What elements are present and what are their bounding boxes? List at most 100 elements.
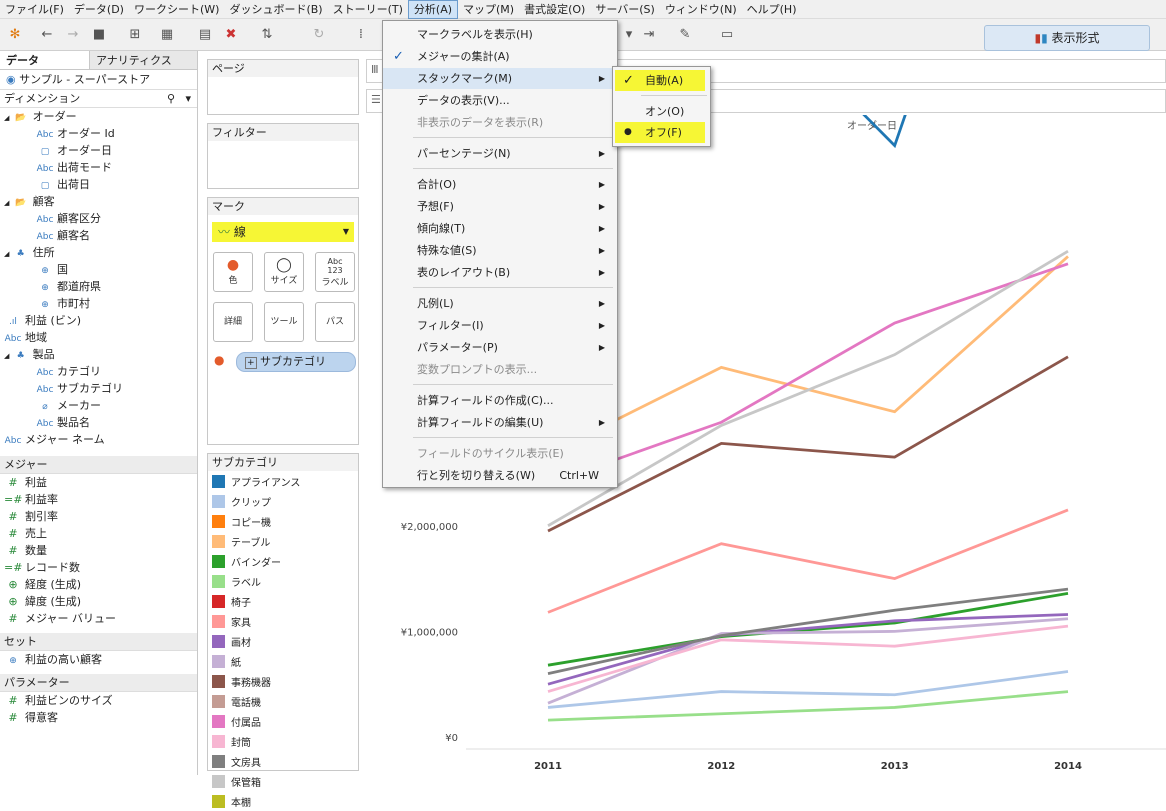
new-datasource-icon[interactable]: ⊞ [126,26,144,44]
analysis-menu-item[interactable]: 凡例(L) ▶ [383,293,617,314]
menu-item-3[interactable]: ダッシュボード(B) [224,0,327,19]
analysis-menu-item[interactable]: 表のレイアウト(B) ▶ [383,262,617,283]
expand-triangle-icon[interactable]: ◢ [4,250,12,258]
field-item[interactable]: Abc オーダー Id [0,125,197,142]
detail-button[interactable]: 詳細 [213,302,253,342]
field-item[interactable]: =# 利益率 [0,491,197,508]
analysis-menu-item[interactable]: 予想(F) ▶ [383,196,617,217]
field-item[interactable]: Abc 出荷モード [0,159,197,176]
field-item[interactable]: ⌀ メーカー [0,397,197,414]
tab-data[interactable]: データ [0,51,90,69]
field-item[interactable]: # 利益 [0,474,197,491]
undo-icon[interactable]: ← [38,26,56,44]
legend-item[interactable]: 付属品 [208,711,358,731]
field-item[interactable]: .ıl 利益 (ビン) [0,312,197,329]
stack-option[interactable]: 自動(A) ✓ [615,70,705,91]
clear-sheet-icon[interactable]: ✖ [222,26,240,44]
analysis-menu-item[interactable]: メジャーの集計(A) ✓ [383,46,617,67]
analysis-menu-item[interactable]: マークラベルを表示(H) [383,24,617,45]
legend-item[interactable]: 本棚 [208,791,358,811]
legend-item[interactable]: クリップ [208,491,358,511]
menu-item-9[interactable]: ウィンドウ(N) [660,0,742,19]
analysis-menu-item[interactable]: 行と列を切り替える(W) Ctrl+W [383,465,617,486]
analysis-menu-item[interactable]: 合計(O) ▶ [383,174,617,195]
highlight-pen-icon[interactable]: ✎ [676,26,694,44]
pin-icon[interactable]: ⇥ [640,26,658,44]
field-item[interactable]: ⊕ 経度 (生成) [0,576,197,593]
menu-item-1[interactable]: データ(D) [69,0,129,19]
field-item[interactable]: Abc カテゴリ [0,363,197,380]
expand-triangle-icon[interactable]: ◢ [4,199,12,207]
stack-option[interactable]: オフ(F) ● [615,122,705,143]
field-item[interactable]: Abc 製品名 [0,414,197,431]
menu-item-2[interactable]: ワークシート(W) [129,0,224,19]
field-item[interactable]: ⊕ 緯度 (生成) [0,593,197,610]
analysis-menu-item[interactable]: 傾向線(T) ▶ [383,218,617,239]
group-icon[interactable]: ⁞ [352,26,370,44]
label-button[interactable]: Abc 123 ラベル [315,252,355,292]
tab-analytics[interactable]: アナリティクス [90,51,180,69]
legend-item[interactable]: テーブル [208,531,358,551]
tableau-logo-icon[interactable]: ✻ [6,26,24,44]
refresh-icon[interactable]: ↻ [310,26,328,44]
color-button[interactable]: ● 色 [213,252,253,292]
path-button[interactable]: パス [315,302,355,342]
duplicate-sheet-icon[interactable]: ▤ [196,26,214,44]
analysis-menu-item[interactable]: パーセンテージ(N) ▶ [383,143,617,164]
field-item[interactable]: # 売上 [0,525,197,542]
legend-item[interactable]: 電話機 [208,691,358,711]
legend-item[interactable]: アプライアンス [208,471,358,491]
legend-item[interactable]: 椅子 [208,591,358,611]
legend-item[interactable]: コピー機 [208,511,358,531]
expand-triangle-icon[interactable]: ◢ [4,352,12,360]
field-item[interactable]: =# レコード数 [0,559,197,576]
field-item[interactable]: # 数量 [0,542,197,559]
legend-item[interactable]: 事務機器 [208,671,358,691]
legend-item[interactable]: 家具 [208,611,358,631]
field-item[interactable]: Abc サブカテゴリ [0,380,197,397]
menu-item-6[interactable]: マップ(M) [458,0,519,19]
field-item[interactable]: ◢ 📂 顧客 [0,193,197,210]
field-item[interactable]: Abc 地域 [0,329,197,346]
field-item[interactable]: ▢ オーダー日 [0,142,197,159]
field-item[interactable]: ⊕ 都道府県 [0,278,197,295]
menu-item-10[interactable]: ヘルプ(H) [742,0,802,19]
tooltip-button[interactable]: ツールヒ... [264,302,304,365]
field-item[interactable]: # メジャー バリュー [0,610,197,627]
mark-type-dropdown[interactable]: 〰 線 ▼ [212,222,354,242]
redo-icon[interactable]: → [64,26,82,44]
menu-item-0[interactable]: ファイル(F) [0,0,69,19]
expand-triangle-icon[interactable]: ◢ [4,114,12,122]
show-me-button[interactable]: ▮▮ 表示形式 [984,25,1150,51]
legend-item[interactable]: 封筒 [208,731,358,751]
menu-item-4[interactable]: ストーリー(T) [328,0,408,19]
filters-shelf[interactable]: フィルター [207,123,359,189]
menu-item-5[interactable]: 分析(A) [407,0,459,19]
presentation-icon[interactable]: ▭ [718,26,736,44]
legend-item[interactable]: バインダー [208,551,358,571]
field-item[interactable]: ⊕ 利益の高い顧客 [0,651,197,668]
analysis-menu-item[interactable]: パラメーター(P) ▶ [383,337,617,358]
field-item[interactable]: Abc 顧客区分 [0,210,197,227]
field-item[interactable]: # 得意客 [0,709,197,726]
analysis-menu-item[interactable]: 特殊な値(S) ▶ [383,240,617,261]
field-item[interactable]: ⊕ 国 [0,261,197,278]
legend-item[interactable]: 画材 [208,631,358,651]
stack-option[interactable]: オン(O) [615,101,709,122]
legend-item[interactable]: ラベル [208,571,358,591]
analysis-menu-item[interactable]: 計算フィールドの編集(U) ▶ [383,412,617,433]
legend-item[interactable]: 保管箱 [208,771,358,791]
field-item[interactable]: Abc 顧客名 [0,227,197,244]
color-pill[interactable]: + サブカテゴリ [236,352,356,372]
field-item[interactable]: ◢ 📂 オーダー [0,108,197,125]
field-item[interactable]: Abc メジャー ネーム [0,431,197,448]
search-icon[interactable]: ⚲ [167,90,175,108]
menu-item-7[interactable]: 書式設定(O) [519,0,590,19]
save-icon[interactable]: ■ [90,26,108,44]
field-item[interactable]: # 利益ビンのサイズ [0,692,197,709]
analysis-menu-item[interactable]: スタックマーク(M) ▶ [383,68,617,89]
field-item[interactable]: ◢ ♣ 住所 [0,244,197,261]
field-item[interactable]: ◢ ♣ 製品 [0,346,197,363]
pages-shelf[interactable]: ページ [207,59,359,115]
size-button[interactable]: ◯ サイズ [264,252,304,292]
